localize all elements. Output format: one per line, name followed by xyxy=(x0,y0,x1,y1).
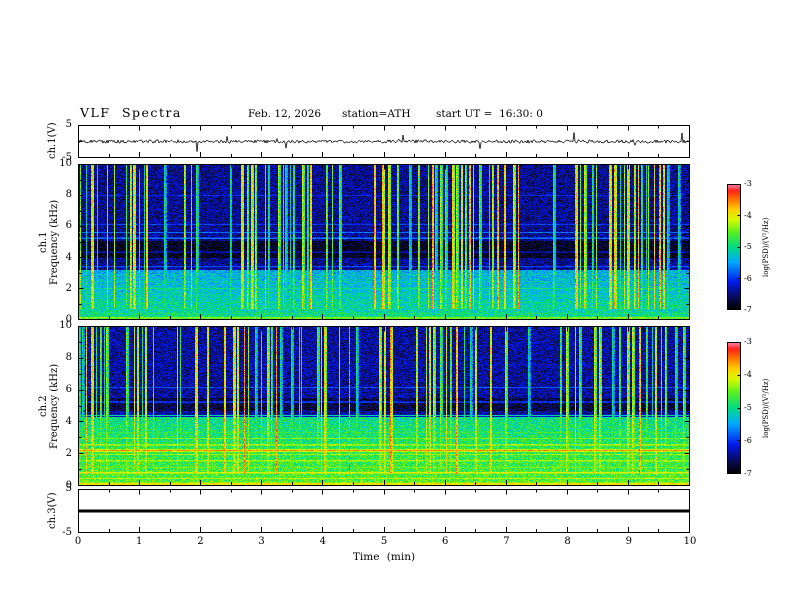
colorbar-ch1-canvas xyxy=(727,184,741,310)
y-tick-label: 2 xyxy=(46,448,72,459)
y-tick-label: 2 xyxy=(46,283,72,294)
ch1-waveform-canvas xyxy=(78,125,690,158)
x-tick-label: 8 xyxy=(556,536,580,547)
x-tick-label: 6 xyxy=(433,536,457,547)
x-tick-label: 10 xyxy=(678,536,702,547)
x-axis-label: Time (min) xyxy=(78,551,690,563)
x-tick-label: 7 xyxy=(494,536,518,547)
y-tick-label: 6 xyxy=(46,220,72,231)
colorbar-tick-label: -7 xyxy=(744,305,762,314)
ch3-waveform-canvas xyxy=(78,489,690,533)
vlf-spectra-figure: VLF Spectra Feb. 12, 2026 station=ATH st… xyxy=(0,0,792,612)
figure-title: VLF Spectra xyxy=(80,105,182,120)
station-label: station=ATH xyxy=(342,108,411,120)
colorbar-tick-label: -5 xyxy=(744,403,762,412)
y-tick-label: 8 xyxy=(46,352,72,363)
colorbar-ch2-canvas xyxy=(727,342,741,474)
x-tick-label: 4 xyxy=(311,536,335,547)
y-tick-label: 5 xyxy=(46,483,72,494)
colorbar-tick-label: -3 xyxy=(744,337,762,346)
colorbar-ch2-label: log(PSD)/(V²/Hz) xyxy=(762,342,770,474)
colorbar-tick-label: -5 xyxy=(744,242,762,251)
x-tick-label: 2 xyxy=(188,536,212,547)
y-tick-label: 4 xyxy=(46,252,72,263)
y-tick-label: 10 xyxy=(46,320,72,331)
ch2-spectrogram-canvas xyxy=(78,326,690,486)
x-tick-label: 3 xyxy=(250,536,274,547)
colorbar-tick-label: -6 xyxy=(744,436,762,445)
colorbar-ch1-label: log(PSD)/(V²/Hz) xyxy=(762,184,770,310)
colorbar-tick-label: -4 xyxy=(744,211,762,220)
y-tick-label: 5 xyxy=(46,119,72,130)
date-label: Feb. 12, 2026 xyxy=(248,108,321,120)
x-tick-label: 0 xyxy=(66,536,90,547)
colorbar-tick-label: -7 xyxy=(744,469,762,478)
ch2-frequency-axis-label: ch.2 Frequency (kHz) xyxy=(38,326,60,486)
ch1-spectrogram-canvas xyxy=(78,164,690,320)
colorbar-tick-label: -3 xyxy=(744,179,762,188)
y-tick-label: 6 xyxy=(46,384,72,395)
ch1-frequency-axis-label: ch.1 Frequency (kHz) xyxy=(38,164,60,320)
colorbar-tick-label: -4 xyxy=(744,370,762,379)
x-tick-label: 5 xyxy=(372,536,396,547)
colorbar-tick-label: -6 xyxy=(744,274,762,283)
y-tick-label: 10 xyxy=(46,158,72,169)
y-tick-label: 4 xyxy=(46,416,72,427)
x-tick-label: 1 xyxy=(127,536,151,547)
start-ut-label: start UT = 16:30: 0 xyxy=(436,108,543,120)
y-tick-label: 8 xyxy=(46,189,72,200)
x-tick-label: 9 xyxy=(617,536,641,547)
